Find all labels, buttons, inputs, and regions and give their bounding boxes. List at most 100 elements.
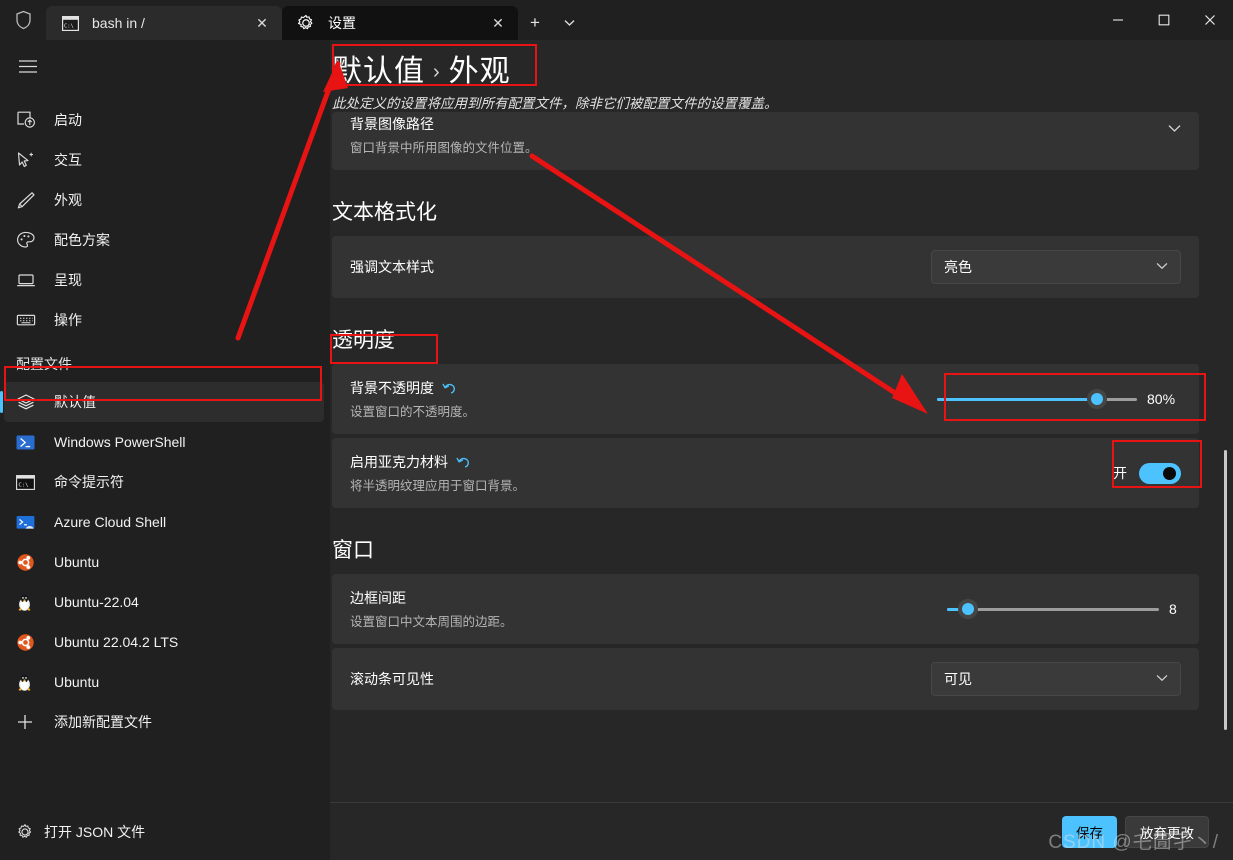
chevron-down-icon	[1156, 673, 1168, 685]
sidebar-item-label: 启动	[54, 112, 82, 128]
reset-icon[interactable]	[456, 455, 471, 469]
setting-description: 设置窗口中文本周围的边距。	[350, 615, 513, 629]
setting-title: 强调文本样式	[350, 259, 434, 275]
sidebar-item-label: 呈现	[54, 272, 82, 288]
window-controls	[1095, 0, 1233, 40]
svg-text:C:\: C:\	[18, 482, 28, 488]
setting-background-image-path[interactable]: 背景图像路径 窗口背景中所用图像的文件位置。	[332, 112, 1199, 170]
setting-title-text: 启用亚克力材料	[350, 454, 448, 470]
ubuntu-icon	[16, 633, 46, 652]
sidebar-item-ubuntu-22042-lts[interactable]: Ubuntu 22.04.2 LTS	[4, 622, 324, 662]
sidebar-item-command-prompt[interactable]: C:\ 命令提示符	[4, 462, 324, 502]
gear-icon	[296, 13, 316, 33]
interaction-icon	[16, 151, 46, 169]
slider-thumb[interactable]	[958, 599, 979, 619]
setting-accent-text-style: 强调文本样式 亮色	[332, 236, 1199, 298]
reset-icon[interactable]	[442, 381, 457, 395]
padding-slider[interactable]	[947, 598, 1159, 620]
sidebar-item-label: Windows PowerShell	[54, 434, 186, 450]
svg-text:C:\: C:\	[64, 23, 74, 29]
sidebar-global-items: 启动 交互 外观 配色方案 呈现 操作	[0, 100, 330, 340]
content-scrollbar[interactable]	[1224, 450, 1227, 730]
section-title-transparency: 透明度	[332, 329, 395, 352]
ubuntu-icon	[16, 553, 46, 572]
padding-slider-group: 8	[947, 598, 1181, 620]
breadcrumb-current: 外观	[448, 55, 511, 88]
discard-changes-button[interactable]: 放弃更改	[1125, 815, 1209, 848]
close-button[interactable]	[1187, 0, 1233, 40]
sidebar-profile-items: 默认值 Windows PowerShell C:\ 命令提示符 Azure C…	[0, 382, 330, 742]
background-opacity-slider[interactable]	[937, 388, 1137, 410]
sidebar-navigation: 启动 交互 外观 配色方案 呈现 操作 配置文件 默认值 Windows Pow…	[0, 40, 330, 860]
chevron-down-icon[interactable]	[1168, 120, 1181, 138]
color-palette-icon	[16, 231, 46, 249]
powershell-icon	[16, 434, 46, 451]
console-icon: C:\	[60, 13, 80, 33]
sidebar-item-windows-powershell[interactable]: Windows PowerShell	[4, 422, 324, 462]
tab-bash[interactable]: C:\ bash in / ✕	[46, 6, 282, 40]
setting-scrollbar-visibility: 滚动条可见性 可见	[332, 648, 1199, 710]
sidebar-item-label: 添加新配置文件	[54, 714, 152, 730]
settings-content-pane: 默认值 › 外观 此处定义的设置将应用到所有配置文件，除非它们被配置文件的设置覆盖。…	[330, 40, 1233, 860]
window-body: 启动 交互 外观 配色方案 呈现 操作 配置文件 默认值 Windows Pow…	[0, 40, 1233, 860]
maximize-button[interactable]	[1141, 0, 1187, 40]
sidebar-item-defaults[interactable]: 默认值	[0, 382, 324, 422]
cmd-icon: C:\	[16, 474, 46, 491]
slider-fill	[937, 397, 1097, 401]
sidebar-item-label: 操作	[54, 312, 82, 328]
hamburger-icon[interactable]	[4, 44, 52, 88]
breadcrumb: 默认值 › 外观	[332, 46, 1199, 90]
section-title-text-formatting: 文本格式化	[332, 201, 437, 224]
sidebar-item-label: Ubuntu-22.04	[54, 594, 139, 610]
shield-icon	[0, 0, 46, 40]
setting-description: 将半透明纹理应用于窗口背景。	[350, 479, 526, 493]
new-tab-button[interactable]: +	[518, 6, 552, 40]
page-subtitle: 此处定义的设置将应用到所有配置文件，除非它们被配置文件的设置覆盖。	[332, 96, 778, 111]
setting-description: 设置窗口的不透明度。	[350, 405, 476, 419]
tab-dropdown-button[interactable]	[552, 6, 586, 40]
action-bar: 保存 放弃更改	[330, 802, 1233, 860]
sidebar-item-color-schemes[interactable]: 配色方案	[4, 220, 324, 260]
tab-close-button[interactable]: ✕	[484, 10, 512, 36]
rendering-icon	[16, 271, 46, 289]
acrylic-toggle-group: 开	[1113, 462, 1181, 484]
settings-scroll-region[interactable]: 默认值 › 外观 此处定义的设置将应用到所有配置文件，除非它们被配置文件的设置覆盖。…	[330, 40, 1233, 860]
slider-thumb[interactable]	[1087, 389, 1107, 409]
padding-value: 8	[1169, 601, 1177, 617]
sidebar-item-label: Ubuntu	[54, 674, 100, 690]
toggle-knob	[1163, 466, 1176, 480]
tab-close-button[interactable]: ✕	[248, 10, 276, 36]
sidebar-item-startup[interactable]: 启动	[4, 100, 324, 140]
setting-title: 边框间距	[350, 590, 406, 606]
open-json-file-button[interactable]: 打开 JSON 文件	[0, 804, 330, 860]
setting-description: 窗口背景中所用图像的文件位置。	[350, 141, 538, 155]
minimize-button[interactable]	[1095, 0, 1141, 40]
tab-settings[interactable]: 设置 ✕	[282, 6, 518, 40]
save-button[interactable]: 保存	[1062, 815, 1117, 848]
sidebar-item-actions[interactable]: 操作	[4, 300, 324, 340]
sidebar-item-add-new-profile[interactable]: 添加新配置文件	[4, 702, 324, 742]
acrylic-toggle-switch[interactable]	[1139, 462, 1181, 484]
sidebar-item-label: 默认值	[54, 394, 96, 410]
tab-strip: C:\ bash in / ✕ 设置 ✕ +	[46, 0, 586, 40]
breadcrumb-parent[interactable]: 默认值	[332, 55, 425, 88]
sidebar-item-interaction[interactable]: 交互	[4, 140, 324, 180]
sidebar-item-azure-cloud-shell[interactable]: Azure Cloud Shell	[4, 502, 324, 542]
tab-title: 设置	[328, 15, 356, 31]
title-bar: C:\ bash in / ✕ 设置 ✕ +	[0, 0, 1233, 40]
sidebar-item-appearance[interactable]: 外观	[4, 180, 324, 220]
sidebar-item-rendering[interactable]: 呈现	[4, 260, 324, 300]
sidebar-item-label: 交互	[54, 152, 82, 168]
windows-terminal-settings-window: C:\ bash in / ✕ 设置 ✕ + 启动 交互 外观 配色方案 呈现 …	[0, 0, 1233, 860]
sidebar-item-ubuntu-2204[interactable]: Ubuntu-22.04	[4, 582, 324, 622]
accent-text-style-dropdown[interactable]: 亮色	[931, 250, 1181, 284]
gear-icon	[16, 823, 44, 841]
setting-enable-acrylic: 启用亚克力材料 将半透明纹理应用于窗口背景。 开	[332, 438, 1199, 508]
sidebar-item-label: 配色方案	[54, 232, 110, 248]
background-opacity-value: 80%	[1147, 391, 1176, 407]
sidebar-item-ubuntu[interactable]: Ubuntu	[4, 542, 324, 582]
slider-track	[947, 607, 1159, 611]
defaults-layers-icon	[16, 393, 46, 411]
sidebar-item-ubuntu-wsl[interactable]: Ubuntu	[4, 662, 324, 702]
scrollbar-visibility-dropdown[interactable]: 可见	[931, 662, 1181, 696]
